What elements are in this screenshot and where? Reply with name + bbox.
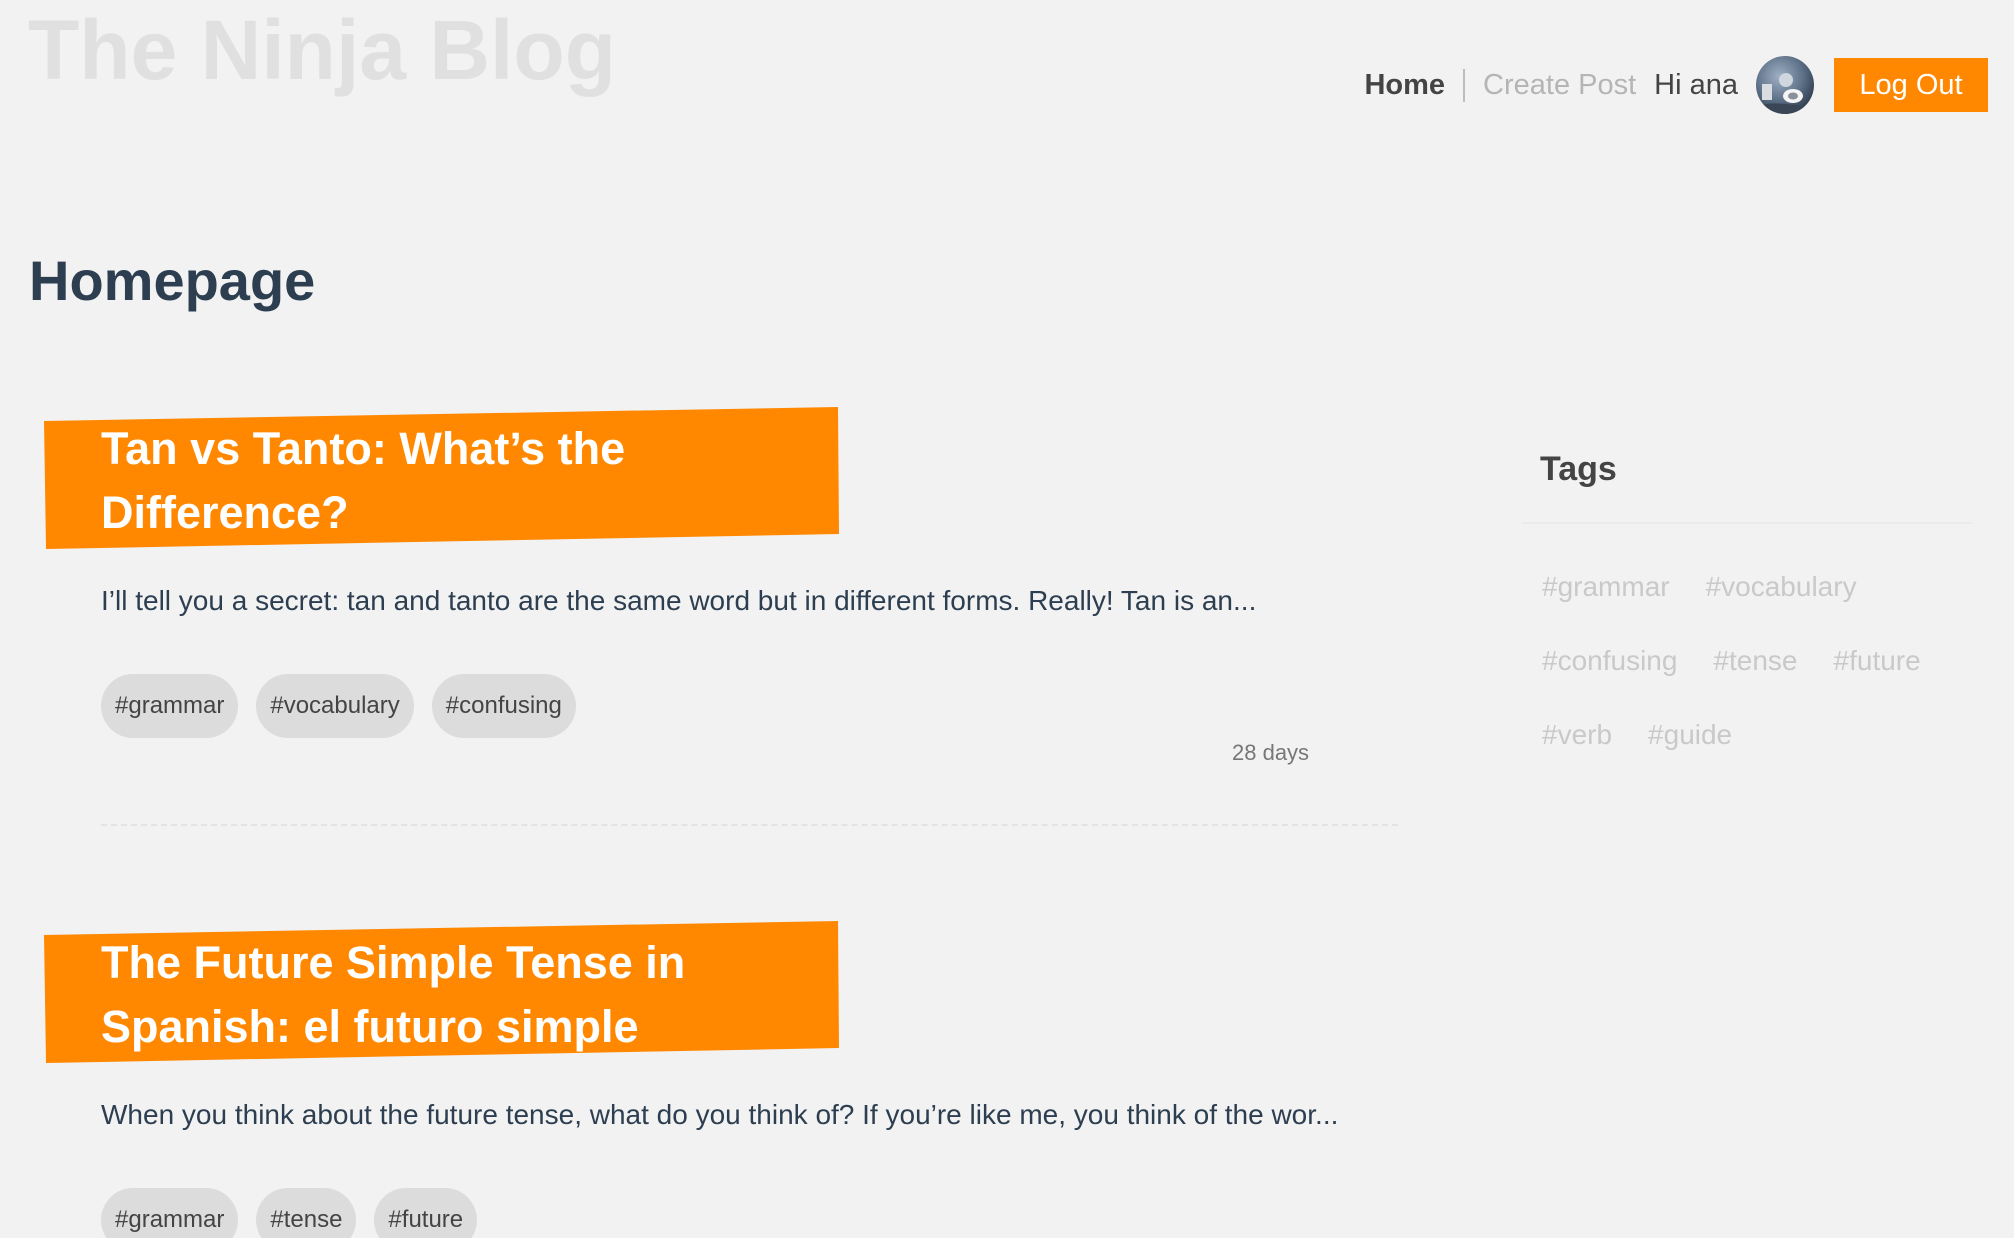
post-tags: #grammar #vocabulary #confusing [101, 674, 594, 738]
page: The Ninja Blog Home Create Post Hi ana L… [0, 0, 2014, 1238]
tag-pill[interactable]: #confusing [431, 674, 576, 738]
user-avatar-icon [1756, 56, 1814, 114]
sidebar-tag-link[interactable]: #tense [1713, 644, 1797, 718]
post-divider [101, 824, 1398, 826]
tag-pill[interactable]: #grammar [101, 1188, 239, 1238]
nav-home-link[interactable]: Home [1364, 68, 1466, 102]
tag-pill[interactable]: #vocabulary [256, 674, 414, 738]
page-title: Homepage [29, 249, 316, 312]
post-date: 28 days [1232, 740, 1310, 765]
post-excerpt: When you think about the future tense, w… [101, 1099, 1339, 1130]
sidebar-tag-link[interactable]: #verb [1542, 718, 1612, 792]
site-title[interactable]: The Ninja Blog [28, 4, 616, 97]
post-tags: #grammar #tense #future [101, 1188, 495, 1238]
sidebar-title: Tags [1540, 450, 1617, 488]
logout-button[interactable]: Log Out [1834, 58, 1988, 112]
tag-pill[interactable]: #tense [256, 1188, 357, 1238]
avatar[interactable] [1756, 56, 1814, 114]
sidebar-tag-link[interactable]: #vocabulary [1706, 570, 1857, 644]
tag-pill[interactable]: #grammar [101, 674, 239, 738]
sidebar-tag-link[interactable]: #grammar [1542, 570, 1670, 644]
user-greeting: Hi ana [1654, 68, 1738, 101]
post-title[interactable]: Tan vs Tanto: What’s the Difference? [101, 417, 821, 545]
sidebar-tag-list: #grammar #vocabulary #confusing #tense #… [1542, 570, 1972, 792]
sidebar-tag-link[interactable]: #guide [1648, 718, 1732, 792]
post-title[interactable]: The Future Simple Tense in Spanish: el f… [101, 931, 821, 1059]
sidebar-tag-link[interactable]: #confusing [1542, 644, 1677, 718]
sidebar-tag-link[interactable]: #future [1834, 644, 1921, 718]
nav-create-post-link[interactable]: Create Post [1465, 69, 1636, 102]
tag-pill[interactable]: #future [374, 1188, 478, 1238]
sidebar-divider [1522, 522, 1972, 524]
post-excerpt: I’ll tell you a secret: tan and tanto ar… [101, 585, 1257, 616]
navbar: Home Create Post Hi ana Log Out [1364, 56, 1988, 114]
